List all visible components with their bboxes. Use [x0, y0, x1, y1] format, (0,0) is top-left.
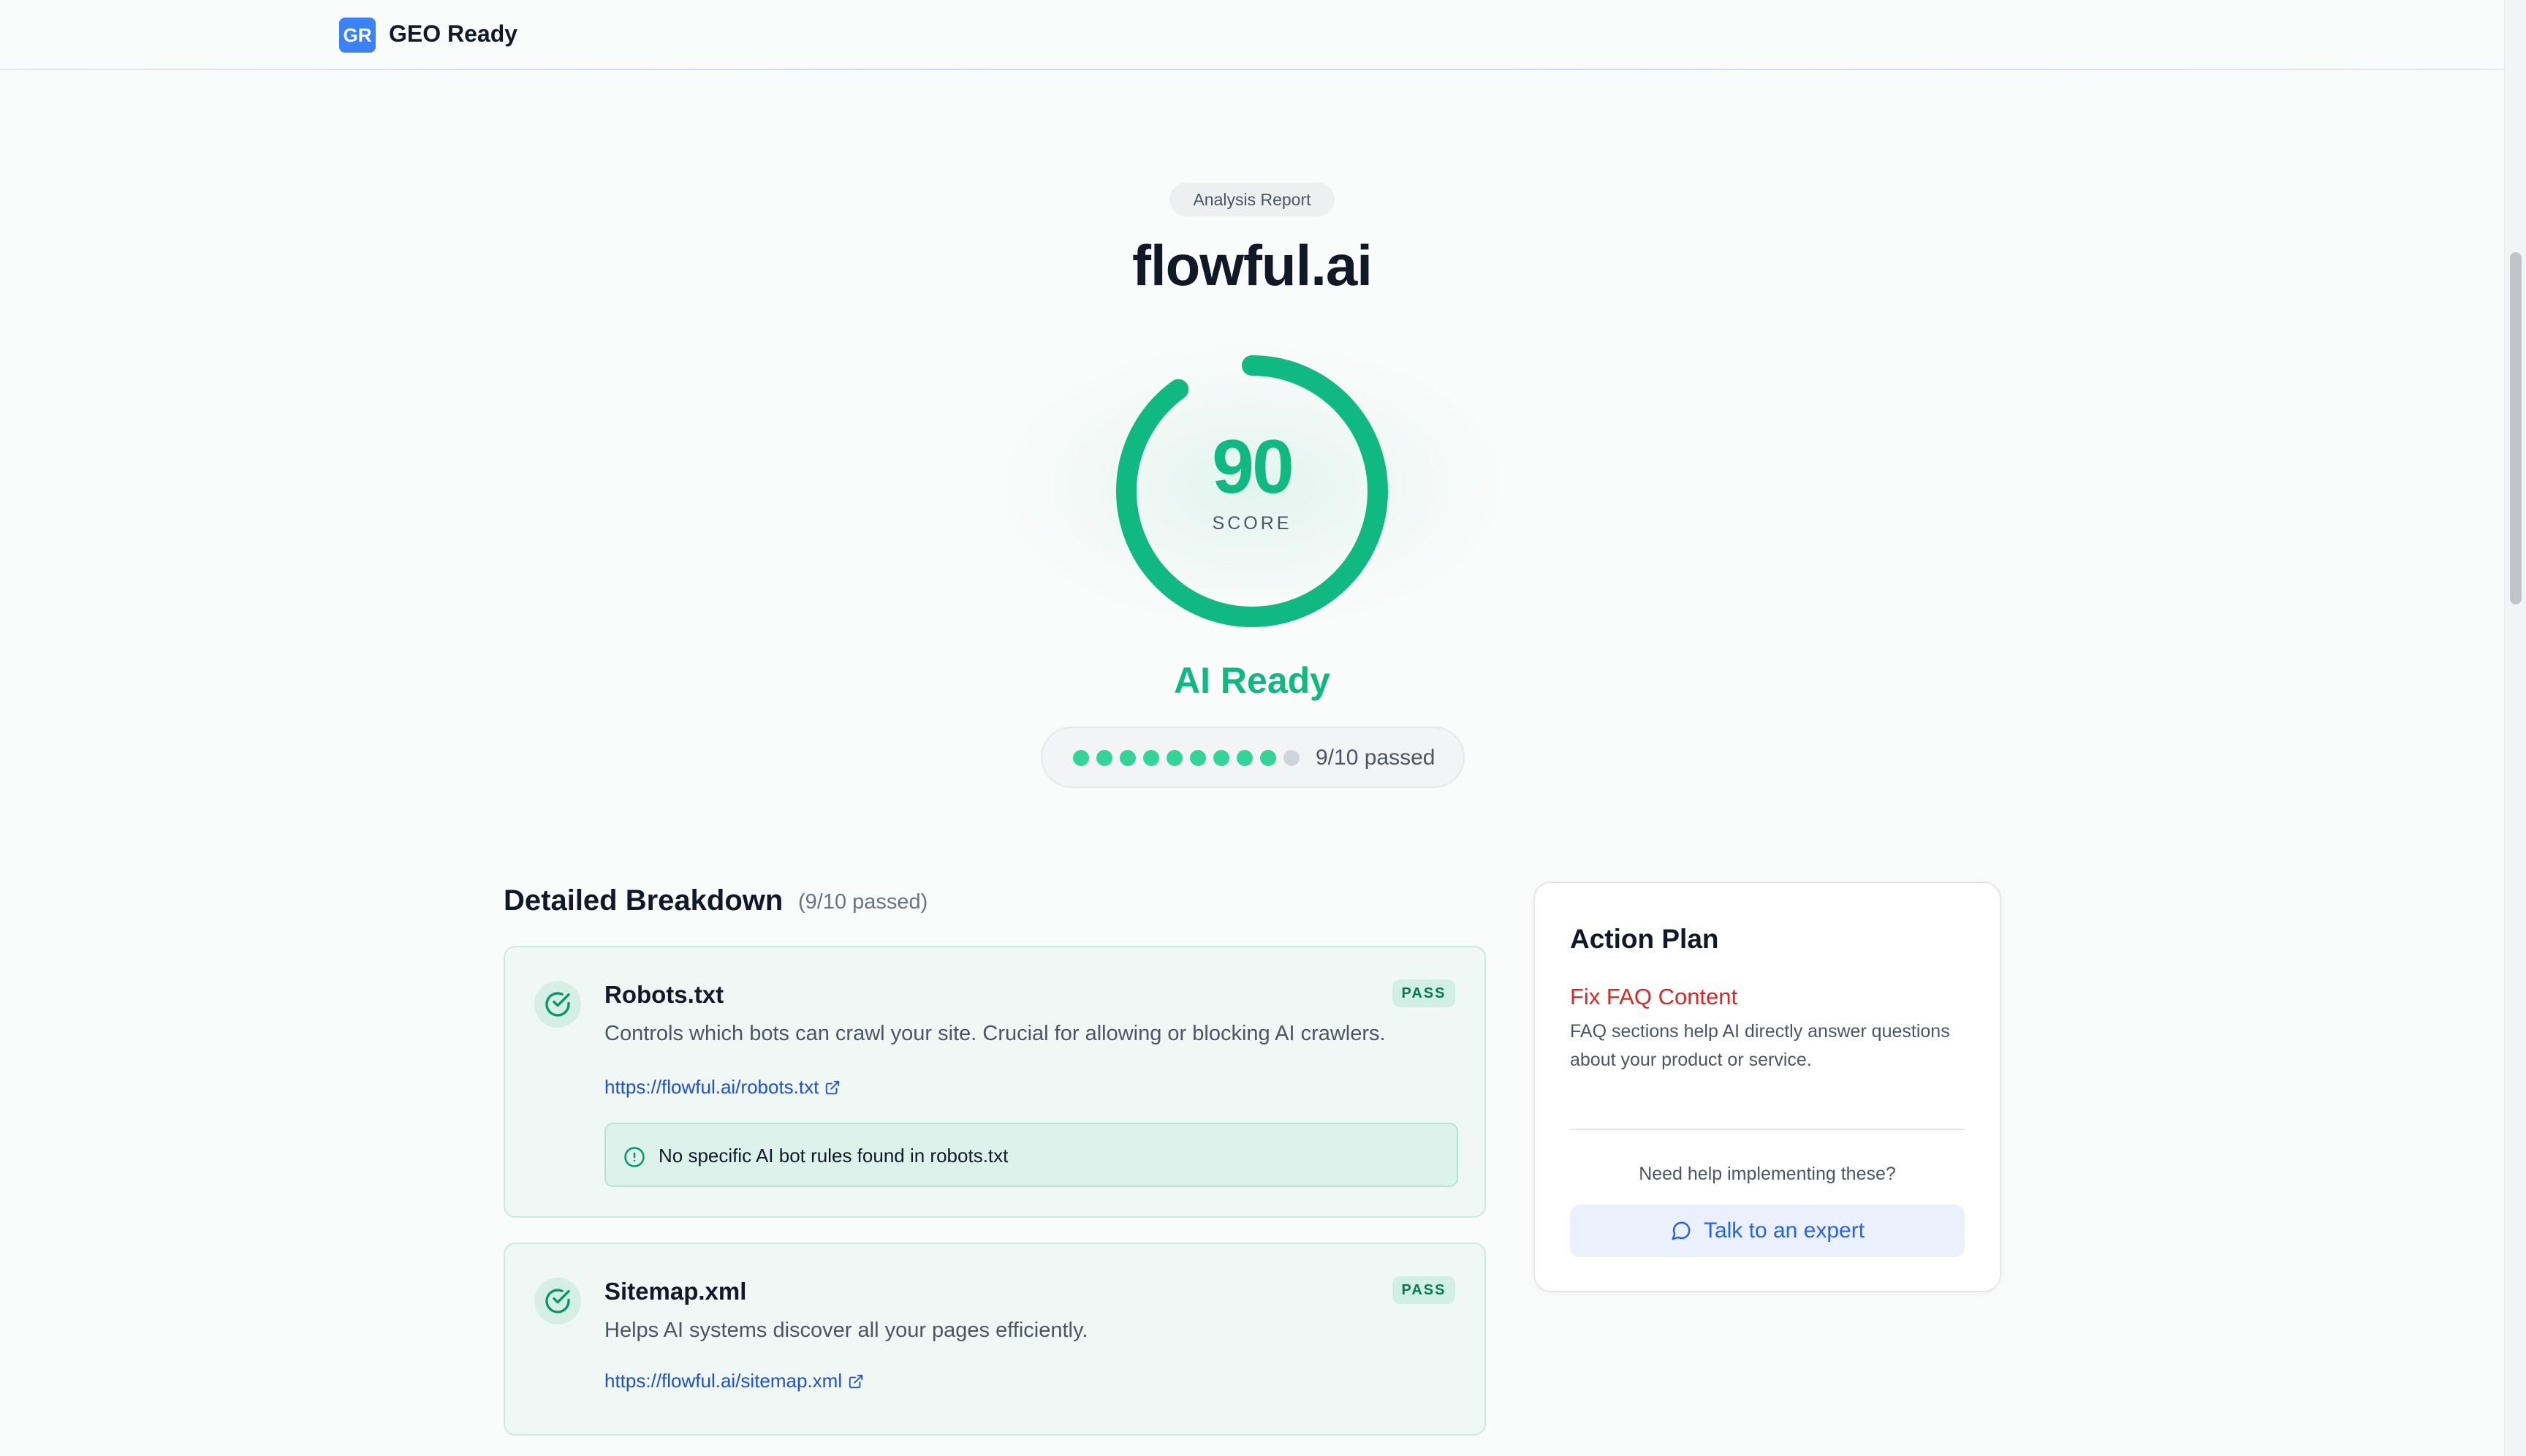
pass-dot — [1096, 750, 1112, 766]
external-link-icon — [826, 1080, 840, 1094]
breakdown-count: (9/10 passed) — [798, 890, 928, 914]
check-title: Sitemap.xml — [604, 1278, 747, 1305]
action-item-description: FAQ sections help AI directly answer que… — [1570, 1021, 1950, 1070]
divider — [1570, 1129, 1965, 1130]
breakdown-title: Detailed Breakdown — [504, 884, 784, 917]
pass-dot — [1143, 750, 1159, 766]
score-value: 90 — [1212, 425, 1294, 509]
talk-to-expert-label[interactable]: Talk to an expert — [1704, 1218, 1865, 1243]
passed-summary-text: 9/10 passed — [1316, 746, 1435, 770]
scrollbar-thumb[interactable] — [2510, 252, 2522, 604]
logo-badge[interactable]: GR — [339, 18, 376, 53]
talk-to-expert-button[interactable]: Talk to an expert — [1570, 1205, 1965, 1257]
check-circle-icon — [534, 1278, 581, 1324]
passed-summary: 9/10 passed — [1041, 727, 1465, 788]
top-header: GR GEO Ready — [0, 0, 2504, 70]
check-link-sitemap[interactable]: https://flowful.ai/sitemap.xml — [604, 1370, 864, 1392]
action-plan-card: Action Plan Fix FAQ Content FAQ sections… — [1533, 881, 2001, 1292]
info-circle-icon — [624, 1147, 645, 1167]
brand-name[interactable]: GEO Ready — [389, 20, 517, 48]
pass-dot — [1073, 750, 1089, 766]
check-title: Robots.txt — [604, 981, 724, 1008]
check-circle-icon — [534, 981, 581, 1028]
fail-dot — [1283, 750, 1300, 766]
pass-dot — [1167, 750, 1183, 766]
status-badge: PASS — [1392, 979, 1455, 1007]
check-note: No specific AI bot rules found in robots… — [604, 1123, 1458, 1187]
readiness-status: AI Ready — [1174, 660, 1330, 701]
check-link-text[interactable]: https://flowful.ai/sitemap.xml — [604, 1370, 842, 1392]
chat-bubble-icon — [1672, 1221, 1691, 1240]
pass-dot — [1260, 750, 1276, 766]
pass-dot — [1120, 750, 1136, 766]
pass-dot — [1237, 750, 1253, 766]
check-card-robots: Robots.txt PASS Controls which bots can … — [504, 946, 1486, 1218]
external-link-icon — [849, 1374, 863, 1388]
status-badge: PASS — [1392, 1276, 1455, 1304]
check-link-robots[interactable]: https://flowful.ai/robots.txt — [604, 1076, 841, 1099]
page-scrollbar[interactable] — [2504, 0, 2526, 1456]
score-label: SCORE — [1212, 513, 1292, 534]
check-note-text: No specific AI bot rules found in robots… — [659, 1145, 1009, 1167]
analysis-report-badge: Analysis Report — [1169, 183, 1335, 216]
check-description: Controls which bots can crawl your site.… — [604, 1022, 1386, 1045]
check-link-text[interactable]: https://flowful.ai/robots.txt — [604, 1076, 819, 1099]
page-title: flowful.ai — [1132, 233, 1373, 297]
action-item-title: Fix FAQ Content — [1570, 984, 1738, 1009]
action-plan-title: Action Plan — [1570, 924, 1719, 954]
pass-dot — [1213, 750, 1229, 766]
pass-dot — [1190, 750, 1206, 766]
check-description: Helps AI systems discover all your pages… — [604, 1319, 1088, 1342]
header-divider — [0, 69, 2504, 70]
check-card-sitemap: Sitemap.xml PASS Helps AI systems discov… — [504, 1243, 1486, 1436]
help-text: Need help implementing these? — [1639, 1164, 1896, 1184]
